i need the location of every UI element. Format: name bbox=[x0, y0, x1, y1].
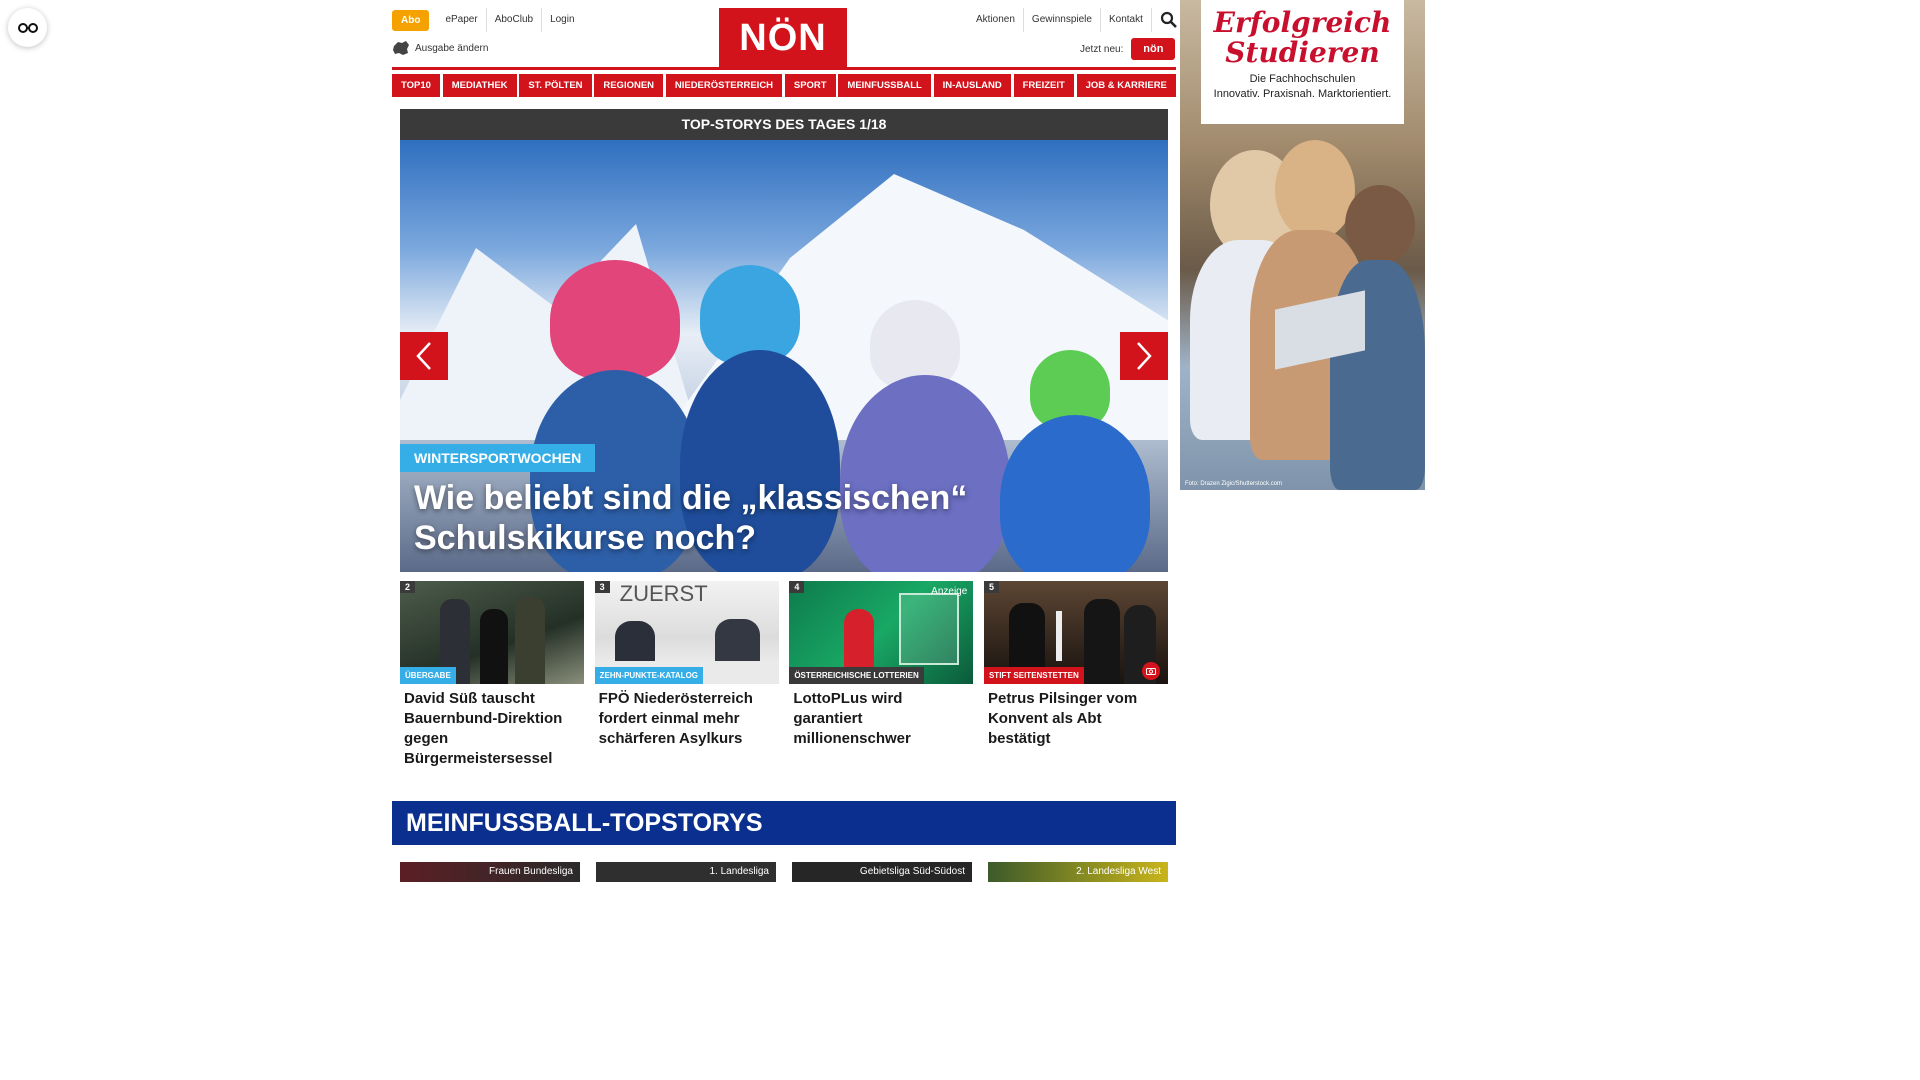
story-tag: ZEHN-PUNKTE-KATALOG bbox=[594, 667, 704, 684]
kontakt-link[interactable]: Kontakt bbox=[1101, 8, 1152, 32]
ad-label: Anzeige bbox=[931, 586, 968, 597]
slide-headline[interactable]: Wie beliebt sind die „klassischen“ Schul… bbox=[414, 478, 1154, 558]
lower-austria-map-icon bbox=[393, 41, 409, 55]
league-label: Frauen Bundesliga bbox=[489, 866, 573, 877]
aktionen-link[interactable]: Aktionen bbox=[968, 8, 1024, 32]
ausgabe-label: Ausgabe ändern bbox=[415, 42, 489, 54]
story-card[interactable]: 4 Anzeige ÖSTERREICHISCHE LOTTERIEN Lott… bbox=[789, 581, 974, 769]
story-card[interactable]: 2 ÜBERGABE David Süß tauscht Bauernbund-… bbox=[400, 581, 584, 769]
ad-photo-credit: Foto: Drazen Zigic/Shutterstock.com bbox=[1185, 481, 1283, 487]
slider-next-button[interactable] bbox=[1120, 332, 1168, 380]
top-stories-slider: TOP-STORYS DES TAGES 1/18 WINTERSPORTWOC… bbox=[400, 109, 1168, 572]
nav-item-sport[interactable]: SPORT bbox=[784, 74, 836, 97]
aboclub-link[interactable]: AboClub bbox=[485, 8, 541, 32]
top-links: Abo ePaper AboClub Login bbox=[392, 8, 583, 32]
story-title[interactable]: Petrus Pilsinger vom Konvent als Abt bes… bbox=[984, 689, 1168, 749]
ad-subline-1: Die Fachhochschulen bbox=[1249, 73, 1356, 85]
slide-category-tag[interactable]: WINTERSPORTWOCHEN bbox=[400, 444, 596, 472]
nav-item-regionen[interactable]: REGIONEN bbox=[594, 74, 664, 97]
chevron-left-icon bbox=[416, 342, 431, 370]
meinfussball-heading[interactable]: MEINFUSSBALL-TOPSTORYS bbox=[392, 801, 1176, 845]
story-rank: 3 bbox=[594, 581, 610, 593]
football-story-card[interactable]: Gebietsliga Süd-Südost bbox=[792, 862, 972, 882]
story-card[interactable]: 5 STIFT SEITENSTETTEN Petrus Pilsinger v… bbox=[983, 581, 1168, 769]
app-badge[interactable]: nön bbox=[1131, 38, 1176, 60]
ad-headline-1: Erfolgreich bbox=[1213, 6, 1392, 39]
advertisement-banner[interactable]: Erfolgreich Studieren Die Fachhochschule… bbox=[1180, 0, 1425, 490]
nav-item-freizeit[interactable]: FREIZEIT bbox=[1013, 74, 1074, 97]
app-promo: Jetzt neu: nön bbox=[1080, 38, 1176, 60]
noen-logo[interactable]: NÖN bbox=[719, 8, 847, 68]
reader-mode-button[interactable] bbox=[8, 8, 47, 47]
story-title[interactable]: LottoPLus wird garantiert millionenschwe… bbox=[789, 689, 973, 749]
abo-button[interactable]: Abo bbox=[392, 9, 430, 31]
football-story-card[interactable]: 1. Landesliga bbox=[596, 862, 776, 882]
nav-item-job-karriere[interactable]: JOB & KARRIERE bbox=[1076, 74, 1176, 97]
league-label: 2. Landesliga West bbox=[1076, 866, 1161, 877]
nav-item-st-poelten[interactable]: ST. PÖLTEN bbox=[519, 74, 592, 97]
jetzt-neu-label: Jetzt neu: bbox=[1080, 43, 1124, 55]
nav-item-meinfussball[interactable]: MEINFUSSBALL bbox=[838, 74, 931, 97]
nav-item-mediathek[interactable]: MEDIATHEK bbox=[442, 74, 517, 97]
league-label: Gebietsliga Süd-Südost bbox=[859, 866, 965, 877]
right-links: Aktionen Gewinnspiele Kontakt bbox=[968, 8, 1178, 32]
slider-prev-button[interactable] bbox=[400, 332, 448, 380]
ad-text-box: Erfolgreich Studieren Die Fachhochschule… bbox=[1201, 0, 1404, 124]
story-image[interactable]: 5 STIFT SEITENSTETTEN bbox=[983, 581, 1168, 684]
ausgabe-switch[interactable]: Ausgabe ändern bbox=[392, 40, 488, 56]
epaper-link[interactable]: ePaper bbox=[437, 8, 485, 32]
header-divider bbox=[392, 67, 1176, 70]
story-cards: 2 ÜBERGABE David Süß tauscht Bauernbund-… bbox=[400, 581, 1168, 769]
ad-subline-2: Innovativ. Praxisnah. Marktorientiert. bbox=[1213, 88, 1392, 100]
league-label: 1. Landesliga bbox=[709, 866, 770, 877]
story-tag: ÖSTERREICHISCHE LOTTERIEN bbox=[789, 667, 924, 684]
gewinnspiele-link[interactable]: Gewinnspiele bbox=[1024, 8, 1101, 32]
chevron-right-icon bbox=[1137, 342, 1152, 370]
football-story-card[interactable]: 2. Landesliga West bbox=[988, 862, 1168, 882]
football-cards: Frauen Bundesliga 1. Landesliga Gebietsl… bbox=[400, 862, 1168, 882]
story-title[interactable]: FPÖ Niederösterreich fordert einmal mehr… bbox=[595, 689, 779, 749]
story-rank: 4 bbox=[789, 581, 805, 593]
camera-icon bbox=[1141, 662, 1160, 680]
nav-item-in-ausland[interactable]: IN-AUSLAND bbox=[933, 74, 1011, 97]
slider-heading: TOP-STORYS DES TAGES 1/18 bbox=[400, 109, 1168, 140]
story-rank: 2 bbox=[400, 581, 416, 593]
story-image[interactable]: ZUERST 3 ZEHN-PUNKTE-KATALOG bbox=[594, 581, 779, 684]
story-card[interactable]: ZUERST 3 ZEHN-PUNKTE-KATALOG FPÖ Niederö… bbox=[594, 581, 779, 769]
ad-headline-2: Studieren bbox=[1225, 36, 1380, 69]
story-tag: ÜBERGABE bbox=[400, 667, 456, 684]
story-image[interactable]: 4 Anzeige ÖSTERREICHISCHE LOTTERIEN bbox=[789, 581, 974, 684]
search-icon[interactable] bbox=[1160, 11, 1178, 29]
nav-item-top10[interactable]: TOP10 bbox=[392, 74, 440, 97]
glasses-icon bbox=[17, 22, 38, 33]
backdrop-lettering: ZUERST bbox=[619, 581, 708, 606]
story-image[interactable]: 2 ÜBERGABE bbox=[400, 581, 584, 684]
football-story-card[interactable]: Frauen Bundesliga bbox=[400, 862, 580, 882]
main-navigation: TOP10 MEDIATHEK ST. PÖLTEN REGIONEN NIED… bbox=[392, 74, 1176, 97]
login-link[interactable]: Login bbox=[541, 8, 582, 32]
story-rank: 5 bbox=[983, 581, 999, 593]
nav-item-niederoesterreich[interactable]: NIEDERÖSTERREICH bbox=[665, 74, 783, 97]
story-tag: STIFT SEITENSTETTEN bbox=[983, 667, 1084, 684]
story-title[interactable]: David Süß tauscht Bauernbund-Direktion g… bbox=[400, 689, 584, 769]
